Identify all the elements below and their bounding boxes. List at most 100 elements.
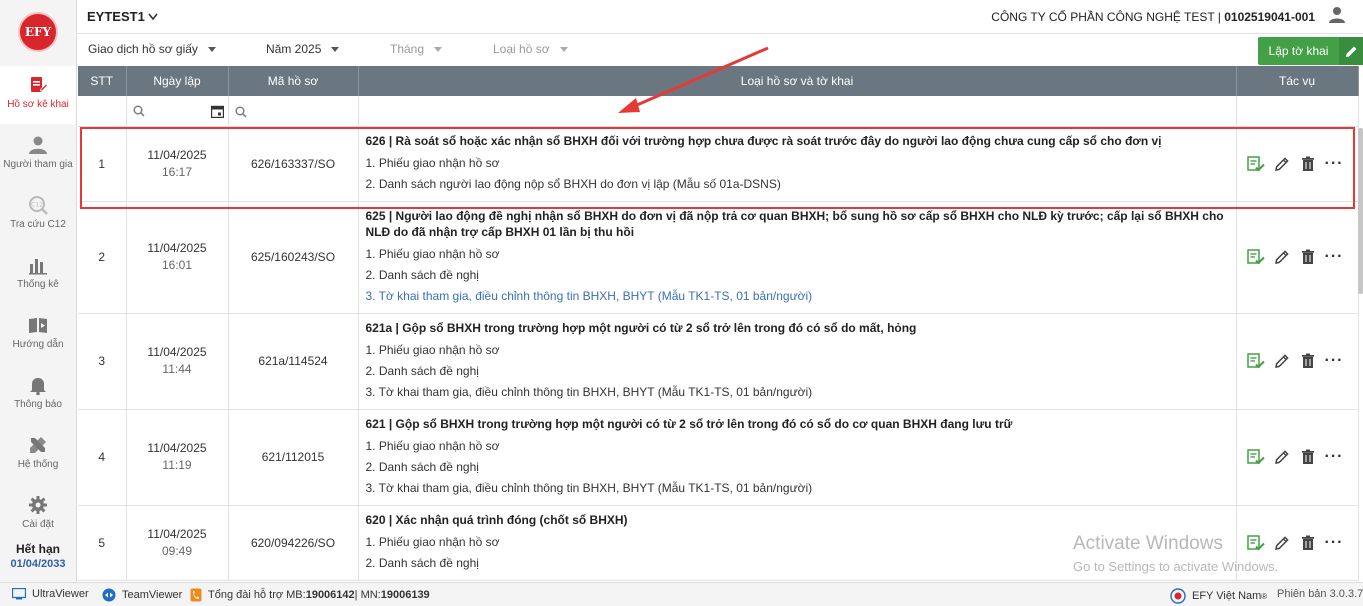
user-account-icon[interactable] (1327, 5, 1347, 25)
code-search-field[interactable] (228, 96, 359, 127)
column-header-type[interactable]: Loại hồ sơ và tờ khai (358, 66, 1237, 96)
column-header-date[interactable]: Ngày lập (126, 66, 229, 96)
sidebar-item-thong-ke[interactable]: Thống kê (0, 246, 76, 304)
edit-pencil-icon[interactable] (1273, 448, 1291, 466)
table-row[interactable]: 1 11/04/2025 16:17 626/163337/SO 626 | Rà so… (78, 126, 1359, 202)
pencil-icon (1339, 37, 1363, 65)
form-item[interactable]: 3. Tờ khai tham gia, điều chỉnh thông ti… (366, 286, 1229, 307)
record-title[interactable]: 621 | Gộp sổ BHXH trong trường hợp một n… (366, 416, 1229, 432)
hotline-mb: 19006142 (305, 589, 355, 601)
cell-stt: 4 (78, 409, 127, 506)
app-window: EFY Hồ sơ kê khai Người tham gia C12 Tra… (0, 0, 1363, 606)
search-icon (235, 106, 247, 118)
sidebar-item-label: Người tham gia (3, 159, 73, 170)
license-expiry: Hết hạn 01/04/2033 (0, 542, 76, 570)
caret-down-icon (207, 47, 216, 53)
edit-pencil-icon[interactable] (1273, 352, 1291, 370)
cell-stt: 3 (78, 313, 127, 410)
search-c12-icon: C12 (29, 196, 48, 215)
sidebar-item-ho-so-ke-khai[interactable]: Hồ sơ kê khai (0, 66, 76, 124)
search-row (78, 96, 1359, 127)
edit-pencil-icon[interactable] (1273, 248, 1291, 266)
cell-code: 621a/114524 (228, 313, 359, 410)
year-dropdown[interactable]: Năm 2025 (266, 42, 340, 56)
dropdown-value: Năm 2025 (266, 42, 322, 56)
column-header-code[interactable]: Mã hồ sơ (228, 66, 359, 96)
delete-trash-icon[interactable] (1299, 352, 1317, 370)
delete-trash-icon[interactable] (1299, 248, 1317, 266)
cell-code: 626/163337/SO (228, 126, 359, 202)
watermark-line-2: Go to Settings to activate Windows. (1073, 559, 1279, 574)
search-cell-type (358, 96, 1237, 127)
form-item: 2. Danh sách đề nghị (365, 459, 479, 474)
cell-description: 621 | Gộp sổ BHXH trong trường hợp một n… (358, 409, 1237, 506)
table-row[interactable]: 2 11/04/2025 16:01 625/160243/SO 625 | Người… (78, 201, 1359, 314)
approve-check-icon[interactable] (1246, 352, 1265, 370)
sidebar-item-label: Thông báo (14, 399, 62, 410)
logo-text: EFY (24, 25, 52, 39)
delete-trash-icon[interactable] (1299, 155, 1317, 173)
sidebar-item-he-thong[interactable]: Hệ thống (0, 426, 76, 484)
sidebar-item-label: Hướng dẫn (12, 339, 64, 350)
caret-down-icon (559, 47, 568, 53)
sidebar-item-thong-bao[interactable]: Thông báo (0, 366, 76, 424)
ultraviewer-link[interactable]: UltraViewer (12, 588, 89, 600)
sidebar-item-nguoi-tham-gia[interactable]: Người tham gia (0, 126, 76, 184)
approve-check-icon[interactable] (1246, 448, 1265, 466)
record-title[interactable]: 626 | Rà soát sổ hoặc xác nhận sổ BHXH đ… (366, 133, 1229, 149)
filter-bar: Giao dịch hồ sơ giấy Năm 2025 Tháng Loại… (77, 34, 1363, 66)
sidebar-item-label: Tra cứu C12 (10, 219, 66, 230)
approve-check-icon[interactable] (1246, 248, 1265, 266)
sidebar-item-label: Cài đặt (22, 519, 54, 530)
sidebar-item-cai-dat[interactable]: Cài đặt (0, 486, 76, 544)
sidebar-item-tra-cuu-c12[interactable]: C12 Tra cứu C12 (0, 186, 76, 244)
tax-code: 0102519041-001 (1224, 10, 1315, 24)
date-search-field[interactable] (126, 96, 229, 127)
cell-stt: 5 (78, 505, 127, 581)
activate-windows-watermark: Activate Windows Go to Settings to activ… (1073, 533, 1278, 574)
calendar-icon[interactable] (210, 105, 224, 119)
app-version: Phiên bản 3.0.3.7 (1277, 588, 1363, 600)
more-options-icon[interactable]: ··· (1325, 448, 1344, 466)
form-type-dropdown[interactable]: Loại hồ sơ (493, 42, 568, 56)
efy-logo[interactable]: EFY (18, 12, 58, 52)
date-value: 11/04/2025 (147, 147, 207, 162)
record-title[interactable]: 625 | Người lao động đề nghị nhận sổ BHX… (366, 208, 1229, 240)
efy-brand: EFY Việt Nam ® (1170, 588, 1267, 604)
more-options-icon[interactable]: ··· (1325, 352, 1344, 370)
more-options-icon[interactable]: ··· (1325, 155, 1344, 173)
time-value: 16:01 (161, 258, 193, 272)
cell-code: 620/094226/SO (228, 505, 359, 581)
transaction-type-dropdown[interactable]: Giao dịch hồ sơ giấy (88, 42, 216, 56)
create-declaration-button[interactable]: Lập tờ khai (1258, 37, 1363, 65)
more-options-icon[interactable]: ··· (1325, 248, 1344, 266)
search-cell-stt (78, 96, 127, 127)
form-item: 1. Phiếu giao nhận hồ sơ (365, 246, 500, 261)
bar-chart-icon (29, 259, 47, 275)
approve-check-icon[interactable] (1246, 155, 1265, 173)
table-scrollbar[interactable] (1358, 128, 1363, 294)
cell-code: 621/112015 (228, 409, 359, 506)
month-dropdown[interactable]: Tháng (390, 42, 443, 56)
top-bar: EYTEST1 CÔNG TY CỔ PHẦN CÔNG NGHỆ TEST |… (77, 0, 1363, 34)
form-item: 1. Phiếu giao nhận hồ sơ (365, 155, 500, 170)
more-options-icon[interactable]: ··· (1325, 534, 1344, 552)
record-title[interactable]: 621a | Gộp sổ BHXH trong trường hợp một … (366, 320, 1229, 336)
sidebar-item-huong-dan[interactable]: Hướng dẫn (0, 306, 76, 364)
teamviewer-link[interactable]: TeamViewer (102, 588, 182, 602)
teamviewer-icon (102, 588, 116, 602)
cell-stt: 2 (78, 201, 127, 314)
version-label: Phiên bản 3.0.3.7 (1277, 588, 1363, 600)
delete-trash-icon[interactable] (1299, 534, 1317, 552)
tenant-name: EYTEST1 (87, 9, 145, 24)
edit-pencil-icon[interactable] (1273, 155, 1291, 173)
table-row[interactable]: 4 11/04/2025 11:19 621/112015 621 | Gộp sổ B… (78, 409, 1359, 506)
table-row[interactable]: 3 11/04/2025 11:44 621a/114524 621a | Gộp sổ… (78, 313, 1359, 410)
company-info: CÔNG TY CỔ PHẦN CÔNG NGHỆ TEST | 0102519… (991, 10, 1315, 24)
brand-label: EFY Việt Nam (1192, 590, 1262, 602)
column-header-stt[interactable]: STT (78, 66, 127, 96)
form-item: 3. Tờ khai tham gia, điều chỉnh thông ti… (365, 384, 813, 399)
tenant-selector[interactable]: EYTEST1 (87, 9, 158, 24)
record-title[interactable]: 620 | Xác nhận quá trình đóng (chốt sổ B… (366, 512, 1229, 528)
delete-trash-icon[interactable] (1299, 448, 1317, 466)
